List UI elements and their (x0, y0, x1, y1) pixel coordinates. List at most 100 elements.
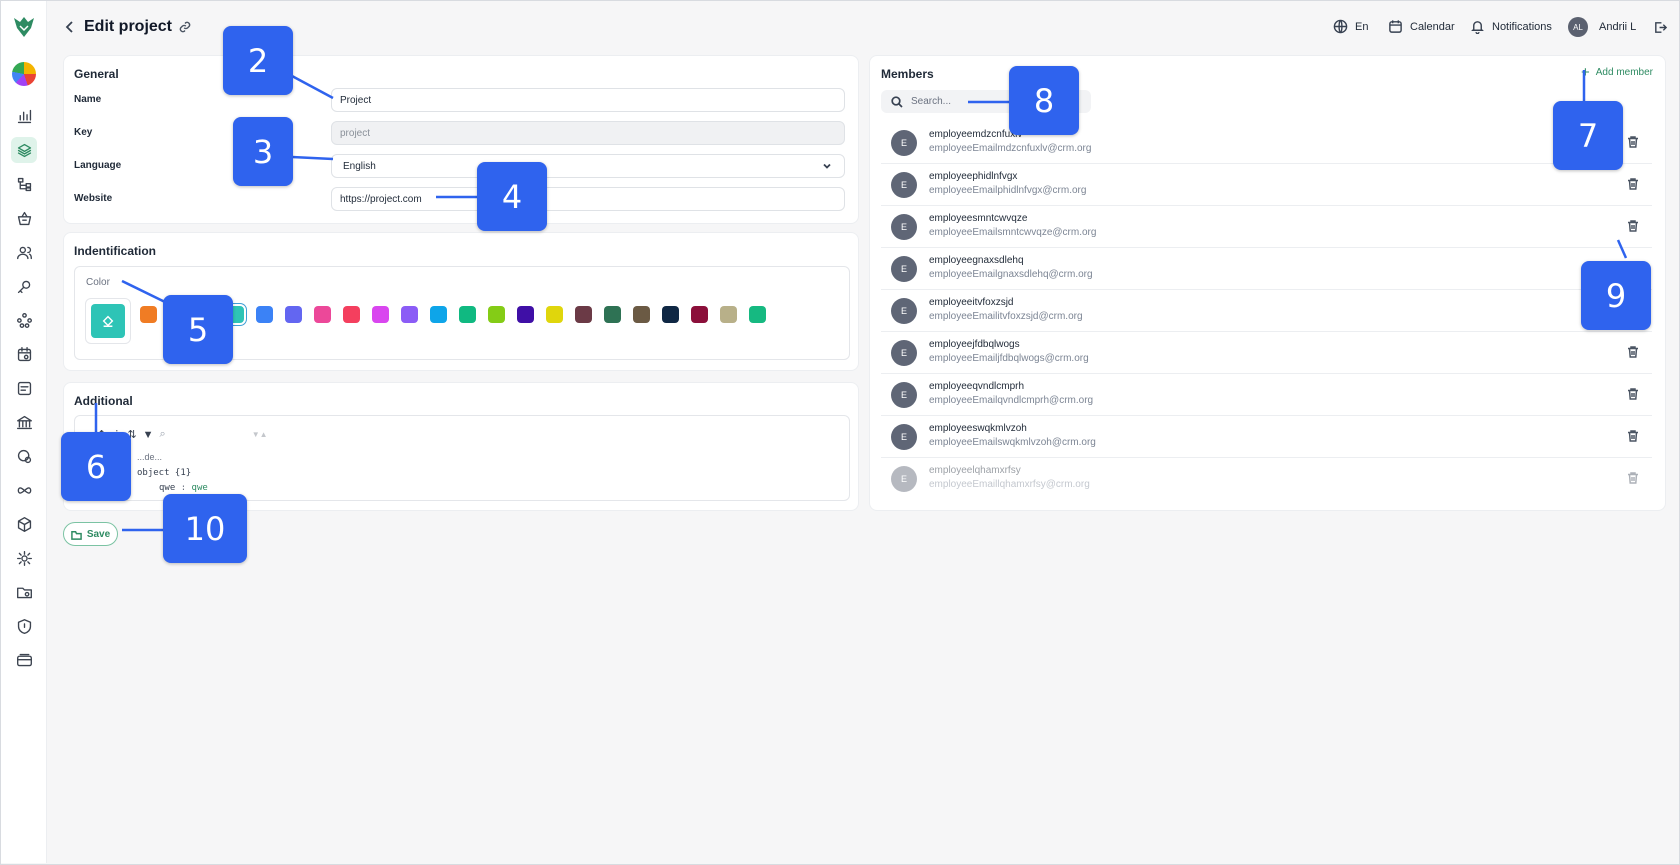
trash-icon[interactable] (1626, 135, 1640, 149)
json-entry[interactable]: qwe : qwe (159, 483, 208, 493)
box-icon[interactable] (11, 511, 37, 537)
notes-icon[interactable] (11, 375, 37, 401)
member-row[interactable]: Eemployeelqhamxrfsy employeeEmaillqhamxrf… (881, 458, 1652, 500)
website-label: Website (74, 193, 113, 204)
color-swatch[interactable] (633, 306, 650, 323)
color-swatch[interactable] (546, 306, 563, 323)
key-label: Key (74, 127, 93, 138)
json-editor[interactable]: ⇡ ⇣ ⇅ ▼ ⌕ ▼▲ ...de... object {1} qwe : q… (74, 415, 850, 501)
plus-icon: + (1580, 63, 1590, 81)
callout-6: 6 (61, 432, 131, 501)
wallet-icon[interactable] (11, 647, 37, 673)
language-select[interactable]: English (331, 154, 845, 178)
calendar-icon (1389, 20, 1402, 33)
basket-icon[interactable] (11, 205, 37, 231)
filter-icon[interactable]: ▼ (143, 429, 154, 441)
color-swatch[interactable] (140, 306, 157, 323)
callout-3: 3 (233, 117, 293, 186)
chevron-down-icon (822, 161, 832, 171)
calendar-label: Calendar (1410, 20, 1455, 33)
name-label: Name (74, 94, 102, 105)
color-swatch[interactable] (343, 306, 360, 323)
key-icon[interactable] (11, 273, 37, 299)
color-swatch[interactable] (749, 306, 766, 323)
bank-icon[interactable] (11, 409, 37, 435)
color-swatch[interactable] (662, 306, 679, 323)
color-swatch[interactable] (285, 306, 302, 323)
trash-icon[interactable] (1626, 471, 1640, 485)
language-switcher[interactable]: En (1333, 19, 1368, 34)
users-icon[interactable] (11, 239, 37, 265)
color-swatch[interactable] (691, 306, 708, 323)
projects-icon[interactable] (11, 137, 37, 163)
hierarchy-icon[interactable] (11, 171, 37, 197)
trash-icon[interactable] (1626, 387, 1640, 401)
trash-icon[interactable] (1626, 177, 1640, 191)
color-swatch[interactable] (314, 306, 331, 323)
color-swatch[interactable] (401, 306, 418, 323)
infinity-icon[interactable] (11, 477, 37, 503)
callout-8: 8 (1009, 66, 1079, 135)
trash-icon[interactable] (1626, 345, 1640, 359)
member-row[interactable]: Eemployeemdzcnfuxlv employeeEmailmdzcnfux… (881, 122, 1652, 164)
user-menu[interactable]: AL Andrii L (1568, 17, 1636, 37)
add-member-button[interactable]: + Add member (1580, 63, 1653, 81)
member-name: employeejfdbqlwogs (929, 339, 1020, 350)
member-name: employeemdzcnfuxlv (929, 129, 1023, 140)
member-row[interactable]: Eemployeesmntcwvqze employeeEmailsmntcwvq… (881, 206, 1652, 248)
language-label: En (1355, 20, 1369, 33)
callout-10: 10 (163, 494, 247, 563)
member-email: employeeEmailjfdbqlwogs@crm.org (929, 353, 1089, 364)
save-button[interactable]: Save (63, 522, 118, 546)
color-swatch[interactable] (459, 306, 476, 323)
logo-icon[interactable] (12, 15, 36, 39)
color-wheel-icon[interactable] (12, 62, 36, 86)
structure-icon[interactable] (11, 307, 37, 333)
notifications-link[interactable]: Notifications (1470, 19, 1552, 34)
avatar: E (891, 424, 917, 450)
shield-icon[interactable] (11, 613, 37, 639)
json-entry-key: qwe (159, 483, 176, 493)
member-name: employeeswqkmlvzoh (929, 423, 1027, 434)
member-email: employeeEmailitvfoxzsjd@crm.org (929, 311, 1083, 322)
logout-button[interactable] (1653, 20, 1668, 35)
analytics-icon[interactable] (11, 103, 37, 129)
member-row[interactable]: Eemployeeqvndlcmprh employeeEmailqvndlcmp… (881, 374, 1652, 416)
website-input[interactable]: https://project.com (331, 187, 845, 211)
search-icon[interactable]: ⌕ (160, 428, 166, 441)
back-icon[interactable] (64, 20, 76, 34)
color-swatch[interactable] (604, 306, 621, 323)
member-row[interactable]: Eemployeegnaxsdlehq employeeEmailgnaxsdle… (881, 248, 1652, 290)
sidebar (1, 1, 47, 863)
link-icon[interactable] (178, 20, 192, 34)
member-row[interactable]: Eemployeephidlnfvgx employeeEmailphidlnfv… (881, 164, 1652, 206)
finance-icon[interactable] (11, 443, 37, 469)
member-row[interactable]: Eemployeeswqkmlvzoh employeeEmailswqkmlvz… (881, 416, 1652, 458)
page-title: Edit project (84, 18, 173, 35)
color-swatch[interactable] (372, 306, 389, 323)
color-swatch[interactable] (430, 306, 447, 323)
avatar: E (891, 130, 917, 156)
name-input[interactable]: Project (331, 88, 845, 112)
folder-settings-icon[interactable] (11, 579, 37, 605)
settings-icon[interactable] (11, 545, 37, 571)
language-select-value: English (343, 160, 376, 172)
member-row[interactable]: Eemployeejfdbqlwogs employeeEmailjfdbqlwo… (881, 332, 1652, 374)
color-swatch[interactable] (488, 306, 505, 323)
json-code-label: ...de... (137, 452, 163, 462)
trash-icon[interactable] (1626, 429, 1640, 443)
calendar-settings-icon[interactable] (11, 341, 37, 367)
callout-4: 4 (477, 162, 547, 231)
member-row[interactable]: Eemployeeitvfoxzsjd employeeEmailitvfoxzs… (881, 290, 1652, 332)
color-swatch[interactable] (256, 306, 273, 323)
color-swatch[interactable] (720, 306, 737, 323)
save-label: Save (86, 528, 111, 540)
color-swatch[interactable] (517, 306, 534, 323)
member-email: employeeEmailswqkmlvzoh@crm.org (929, 437, 1096, 448)
avatar: E (891, 256, 917, 282)
paint-bucket-icon (102, 315, 114, 327)
trash-icon[interactable] (1626, 219, 1640, 233)
color-swatch[interactable] (575, 306, 592, 323)
undo-icon[interactable]: ▼▲ (252, 430, 268, 439)
calendar-link[interactable]: Calendar (1388, 19, 1455, 34)
